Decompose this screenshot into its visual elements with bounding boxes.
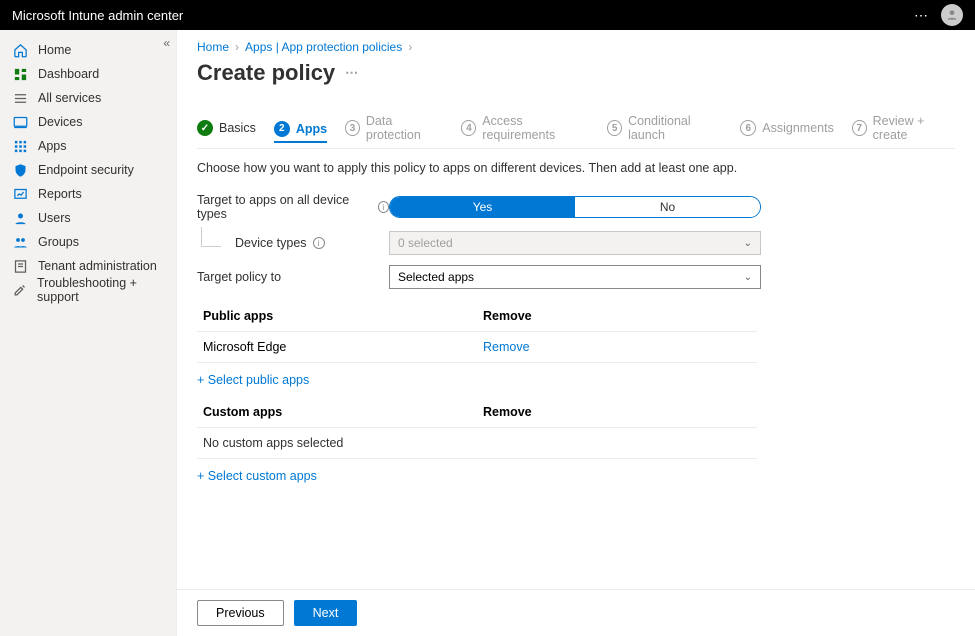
sidebar-item-label: Endpoint security xyxy=(38,163,134,177)
step-description: Choose how you want to apply this policy… xyxy=(197,161,955,175)
sidebar-item-label: Home xyxy=(38,43,71,57)
sidebar-item-label: Devices xyxy=(38,115,82,129)
app-title: Microsoft Intune admin center xyxy=(12,8,183,23)
sidebar-item-label: All services xyxy=(38,91,101,105)
table-row: Microsoft Edge Remove xyxy=(197,332,757,363)
tenant-icon xyxy=(12,258,28,274)
info-icon[interactable]: i xyxy=(378,201,389,213)
dashboard-icon xyxy=(12,66,28,82)
groups-icon xyxy=(12,234,28,250)
collapse-sidebar-icon[interactable]: « xyxy=(163,36,170,50)
sidebar-item-label: Dashboard xyxy=(38,67,99,81)
chevron-down-icon: ⌄ xyxy=(744,238,752,249)
step-data-protection[interactable]: 3Data protection xyxy=(345,114,443,142)
tree-connector xyxy=(201,227,221,247)
check-icon: ✓ xyxy=(197,120,213,136)
sidebar-item-troubleshooting[interactable]: Troubleshooting + support xyxy=(0,278,176,302)
page-title: Create policy ⋯ xyxy=(197,60,955,86)
avatar[interactable] xyxy=(941,4,963,26)
label-target-policy-to: Target policy to xyxy=(197,270,389,284)
sidebar-item-label: Apps xyxy=(38,139,67,153)
sidebar-item-reports[interactable]: Reports xyxy=(0,182,176,206)
select-custom-apps-link[interactable]: + Select custom apps xyxy=(197,459,317,493)
public-apps-header: Public apps Remove xyxy=(197,301,757,332)
wizard-steps: ✓Basics 2Apps 3Data protection 4Access r… xyxy=(197,114,955,149)
toggle-target-all-devices[interactable]: Yes No xyxy=(389,196,761,218)
breadcrumb-link-apps-protection[interactable]: Apps | App protection policies xyxy=(245,40,402,54)
select-target-policy[interactable]: Selected apps ⌄ xyxy=(389,265,761,289)
reports-icon xyxy=(12,186,28,202)
previous-button[interactable]: Previous xyxy=(197,600,284,626)
toggle-yes[interactable]: Yes xyxy=(390,197,575,217)
sidebar-item-label: Tenant administration xyxy=(38,259,157,273)
chevron-right-icon: › xyxy=(235,40,239,54)
custom-apps-header: Custom apps Remove xyxy=(197,397,757,428)
app-name: Microsoft Edge xyxy=(203,340,483,354)
sidebar-item-apps[interactable]: Apps xyxy=(0,134,176,158)
select-device-types: 0 selected ⌄ xyxy=(389,231,761,255)
step-access-requirements[interactable]: 4Access requirements xyxy=(461,114,589,142)
step-conditional-launch[interactable]: 5Conditional launch xyxy=(607,114,722,142)
users-icon xyxy=(12,210,28,226)
step-assignments[interactable]: 6Assignments xyxy=(740,120,834,136)
breadcrumb: Home › Apps | App protection policies › xyxy=(197,40,955,54)
topbar-more-icon[interactable]: ⋯ xyxy=(914,7,929,24)
devices-icon xyxy=(12,114,28,130)
sidebar-item-label: Troubleshooting + support xyxy=(37,276,164,304)
sidebar-item-dashboard[interactable]: Dashboard xyxy=(0,62,176,86)
step-apps[interactable]: 2Apps xyxy=(274,121,327,143)
tools-icon xyxy=(12,282,27,298)
step-review-create[interactable]: 7Review + create xyxy=(852,114,955,142)
sidebar-item-label: Users xyxy=(38,211,71,225)
info-icon[interactable]: i xyxy=(313,237,325,249)
sidebar-item-endpoint-security[interactable]: Endpoint security xyxy=(0,158,176,182)
step-basics[interactable]: ✓Basics xyxy=(197,120,256,136)
top-bar: Microsoft Intune admin center ⋯ xyxy=(0,0,975,30)
breadcrumb-link-home[interactable]: Home xyxy=(197,40,229,54)
shield-icon xyxy=(12,162,28,178)
sidebar-item-groups[interactable]: Groups xyxy=(0,230,176,254)
sidebar-item-devices[interactable]: Devices xyxy=(0,110,176,134)
sidebar-item-all-services[interactable]: All services xyxy=(0,86,176,110)
toggle-no[interactable]: No xyxy=(575,197,760,217)
wizard-footer: Previous Next xyxy=(177,589,975,636)
home-icon xyxy=(12,42,28,58)
services-icon xyxy=(12,90,28,106)
apps-icon xyxy=(12,138,28,154)
sidebar-item-home[interactable]: Home xyxy=(0,38,176,62)
sidebar-item-label: Reports xyxy=(38,187,82,201)
sidebar-item-tenant-admin[interactable]: Tenant administration xyxy=(0,254,176,278)
sidebar-item-label: Groups xyxy=(38,235,79,249)
custom-apps-empty: No custom apps selected xyxy=(197,428,757,459)
label-target-all-devices: Target to apps on all device typesi xyxy=(197,193,389,221)
chevron-right-icon: › xyxy=(408,40,412,54)
next-button[interactable]: Next xyxy=(294,600,358,626)
sidebar: « Home Dashboard All services Devices Ap… xyxy=(0,30,177,636)
remove-app-link[interactable]: Remove xyxy=(483,340,530,354)
chevron-down-icon: ⌄ xyxy=(744,272,752,283)
select-public-apps-link[interactable]: + Select public apps xyxy=(197,363,309,397)
more-icon[interactable]: ⋯ xyxy=(345,65,359,81)
label-device-types: Device typesi xyxy=(197,236,389,250)
sidebar-item-users[interactable]: Users xyxy=(0,206,176,230)
